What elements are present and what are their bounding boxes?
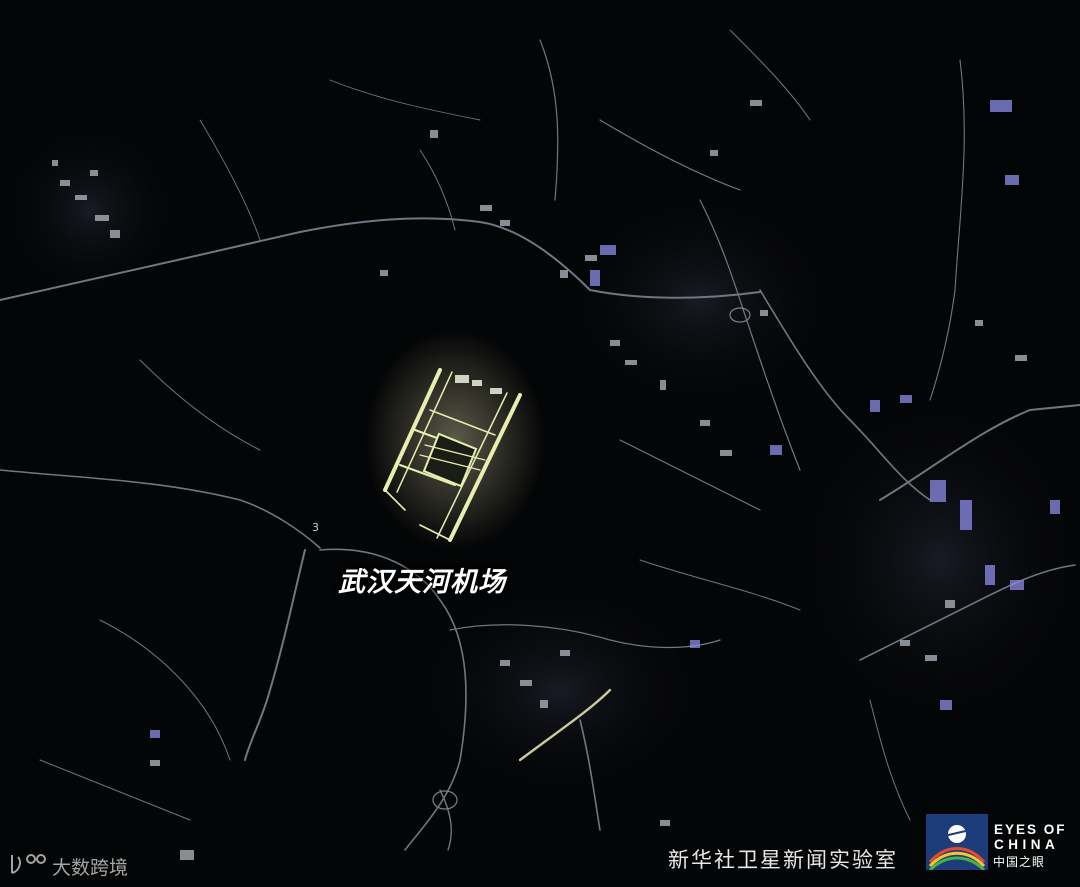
night-satellite-map: 3: [0, 29, 1080, 860]
watermark-text: 大数跨境: [52, 857, 129, 879]
logo-en-line1: EYES OF: [994, 822, 1067, 837]
logo-text-en: EYES OF CHINA: [994, 822, 1067, 852]
eyes-of-china-logo: [926, 814, 988, 870]
urban-glow-layer: [0, 120, 1080, 800]
logo-en-line2: CHINA: [994, 837, 1060, 852]
credit-text: 新华社卫星新闻实验室: [668, 848, 898, 872]
watermark-logo-icon: [11, 854, 46, 874]
road-shield-3: 3: [312, 521, 319, 534]
map-viewport: 3 武汉天河机场 新华社卫星新闻实验室 EYES OF CHINA 中国之眼 大…: [0, 0, 1080, 887]
svg-text:3: 3: [312, 521, 319, 534]
logo-text-zh: 中国之眼: [993, 855, 1046, 869]
airport-place-label: 武汉天河机场: [338, 567, 506, 598]
